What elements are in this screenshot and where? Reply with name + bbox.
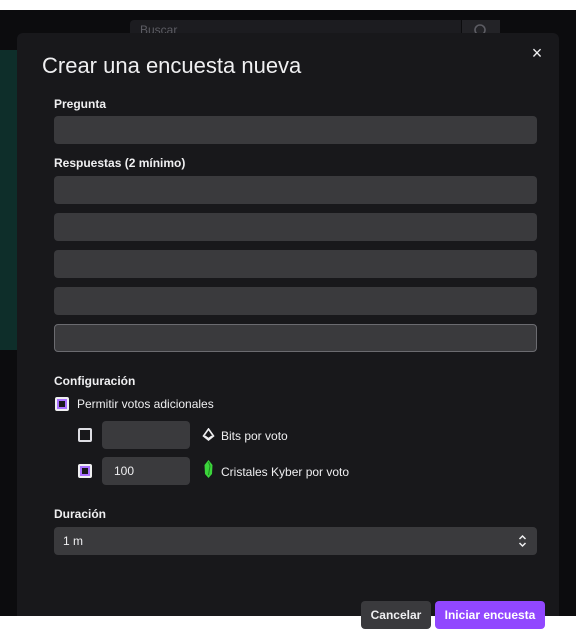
duration-select[interactable]: 1 m	[54, 527, 537, 555]
modal-title: Crear una encuesta nueva	[42, 53, 302, 78]
close-icon[interactable]: ×	[532, 43, 543, 63]
bits-per-vote-input[interactable]	[102, 421, 190, 449]
config-label: Configuración	[54, 374, 136, 388]
answer-input-5[interactable]	[54, 324, 537, 352]
question-label: Pregunta	[54, 97, 107, 111]
chevron-updown-icon	[518, 527, 527, 566]
answer-input-4[interactable]	[54, 287, 537, 315]
answers-label: Respuestas (2 mínimo)	[54, 156, 186, 170]
extra-votes-checkbox[interactable]	[55, 397, 69, 411]
kyber-crystal-icon	[204, 460, 213, 478]
answer-input-3[interactable]	[54, 250, 537, 278]
answer-input-1[interactable]	[54, 176, 537, 204]
create-poll-modal: × Crear una encuesta nueva Pregunta Resp…	[17, 33, 559, 629]
answer-input-2[interactable]	[54, 213, 537, 241]
bits-icon	[202, 428, 215, 442]
kyber-per-vote-input[interactable]: 100	[102, 457, 190, 485]
bits-checkbox[interactable]	[78, 428, 92, 442]
bits-label: Bits por voto	[221, 429, 288, 443]
question-input[interactable]	[54, 116, 537, 144]
duration-label: Duración	[54, 507, 107, 521]
extra-votes-label: Permitir votos adicionales	[77, 397, 214, 411]
duration-value: 1 m	[63, 534, 84, 548]
close-button[interactable]: ×	[527, 43, 547, 63]
kyber-label: Cristales Kyber por voto	[221, 465, 350, 479]
start-poll-button[interactable]: Iniciar encuesta	[435, 601, 545, 629]
cancel-button[interactable]: Cancelar	[361, 601, 431, 629]
kyber-checkbox[interactable]	[78, 464, 92, 478]
